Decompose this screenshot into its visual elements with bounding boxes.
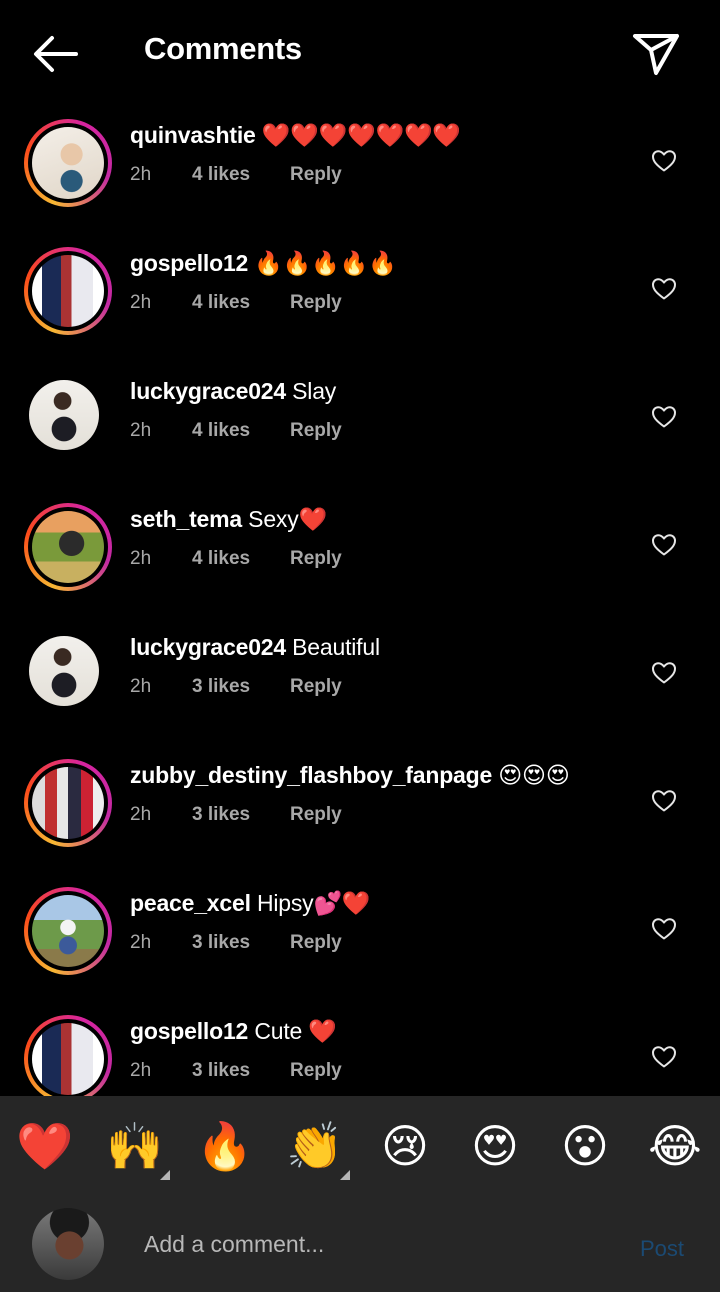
- timestamp: 2h: [130, 292, 152, 313]
- likes-count[interactable]: 3 likes: [192, 676, 250, 698]
- comment-composer-panel: ❤️ 🙌 🔥 👏 😢 😍 😮 😂 Post: [0, 1096, 720, 1292]
- avatar[interactable]: [24, 119, 112, 207]
- avatar[interactable]: [24, 1015, 112, 1096]
- comment-text: peace_xcel Hipsy💕❤️: [130, 890, 371, 917]
- avatar[interactable]: [24, 631, 112, 719]
- comment-text: luckygrace024 Slay: [130, 378, 336, 405]
- comment-body: ❤️❤️❤️❤️❤️❤️❤️: [255, 122, 461, 148]
- skin-tone-indicator-icon: [340, 1170, 350, 1180]
- emoji-button-surprised-face[interactable]: 😮: [555, 1116, 615, 1176]
- reply-button[interactable]: Reply: [290, 932, 342, 954]
- timestamp: 2h: [130, 676, 152, 697]
- likes-count[interactable]: 4 likes: [192, 164, 250, 186]
- emoji-button-tears-of-joy[interactable]: 😂: [645, 1116, 705, 1176]
- avatar[interactable]: [24, 375, 112, 463]
- comment-body: 🔥🔥🔥🔥🔥: [248, 250, 397, 276]
- emoji-button-clapping-hands[interactable]: 👏: [285, 1116, 345, 1176]
- timestamp: 2h: [130, 1060, 152, 1081]
- reply-button[interactable]: Reply: [290, 420, 342, 442]
- post-button[interactable]: Post: [640, 1236, 684, 1262]
- username[interactable]: zubby_destiny_flashboy_fanpage: [130, 762, 492, 788]
- username[interactable]: quinvashtie: [130, 122, 256, 148]
- username[interactable]: luckygrace024: [130, 634, 286, 660]
- likes-count[interactable]: 4 likes: [192, 548, 250, 570]
- comment-text: zubby_destiny_flashboy_fanpage 😍😍😍: [130, 762, 570, 789]
- paper-plane-icon[interactable]: [630, 30, 682, 78]
- heart-icon[interactable]: [651, 149, 677, 173]
- comment-body: 😍😍😍: [492, 762, 570, 788]
- emoji-reaction-bar: ❤️ 🙌 🔥 👏 😢 😍 😮 😂: [0, 1096, 720, 1196]
- username[interactable]: peace_xcel: [130, 890, 251, 916]
- likes-count[interactable]: 3 likes: [192, 932, 250, 954]
- page-title: Comments: [144, 31, 302, 66]
- reply-button[interactable]: Reply: [290, 1060, 342, 1082]
- emoji-button-raising-hands[interactable]: 🙌: [105, 1116, 165, 1176]
- avatar[interactable]: [24, 887, 112, 975]
- comment-row: luckygrace024 Slay 2h 4 likes Reply: [0, 360, 720, 488]
- comment-list[interactable]: quinvashtie ❤️❤️❤️❤️❤️❤️❤️ 2h 4 likes Re…: [0, 104, 720, 1096]
- likes-count[interactable]: 3 likes: [192, 804, 250, 826]
- comment-body: Cute ❤️: [248, 1018, 337, 1044]
- heart-icon[interactable]: [651, 277, 677, 301]
- comment-composer: Post: [0, 1196, 720, 1292]
- likes-count[interactable]: 3 likes: [192, 1060, 250, 1082]
- timestamp: 2h: [130, 164, 152, 185]
- current-user-avatar: [32, 1208, 104, 1280]
- arrow-left-icon[interactable]: [28, 30, 84, 78]
- timestamp: 2h: [130, 932, 152, 953]
- comment-row: luckygrace024 Beautiful 2h 3 likes Reply: [0, 616, 720, 744]
- emoji-button-fire[interactable]: 🔥: [195, 1116, 255, 1176]
- emoji-button-heart-eyes[interactable]: 😍: [465, 1116, 525, 1176]
- comment-row: zubby_destiny_flashboy_fanpage 😍😍😍 2h 3 …: [0, 744, 720, 872]
- comment-row: gospello12 Cute ❤️ 2h 3 likes Reply: [0, 1000, 720, 1096]
- comment-row: peace_xcel Hipsy💕❤️ 2h 3 likes Reply: [0, 872, 720, 1000]
- comment-text: gospello12 🔥🔥🔥🔥🔥: [130, 250, 397, 277]
- comment-body: Beautiful: [285, 634, 380, 660]
- reply-button[interactable]: Reply: [290, 548, 342, 570]
- emoji-button-red-heart[interactable]: ❤️: [15, 1116, 75, 1176]
- comment-input[interactable]: [144, 1226, 604, 1262]
- avatar[interactable]: [24, 247, 112, 335]
- comment-text: seth_tema Sexy❤️: [130, 506, 327, 533]
- comment-body: Slay: [285, 378, 337, 404]
- comment-row: seth_tema Sexy❤️ 2h 4 likes Reply: [0, 488, 720, 616]
- timestamp: 2h: [130, 804, 152, 825]
- username[interactable]: gospello12: [130, 1018, 248, 1044]
- timestamp: 2h: [130, 548, 152, 569]
- reply-button[interactable]: Reply: [290, 804, 342, 826]
- avatar[interactable]: [24, 503, 112, 591]
- comment-row: quinvashtie ❤️❤️❤️❤️❤️❤️❤️ 2h 4 likes Re…: [0, 104, 720, 232]
- heart-icon[interactable]: [651, 789, 677, 813]
- comment-body: Sexy❤️: [241, 506, 327, 532]
- heart-icon[interactable]: [651, 533, 677, 557]
- comment-text: luckygrace024 Beautiful: [130, 634, 380, 661]
- avatar[interactable]: [24, 759, 112, 847]
- username[interactable]: gospello12: [130, 250, 248, 276]
- likes-count[interactable]: 4 likes: [192, 292, 250, 314]
- reply-button[interactable]: Reply: [290, 292, 342, 314]
- skin-tone-indicator-icon: [160, 1170, 170, 1180]
- comment-body: Hipsy💕❤️: [250, 890, 371, 916]
- heart-icon[interactable]: [651, 661, 677, 685]
- heart-icon[interactable]: [651, 917, 677, 941]
- reply-button[interactable]: Reply: [290, 164, 342, 186]
- comment-text: quinvashtie ❤️❤️❤️❤️❤️❤️❤️: [130, 122, 461, 149]
- heart-icon[interactable]: [651, 405, 677, 429]
- heart-icon[interactable]: [651, 1045, 677, 1069]
- emoji-button-crying-face[interactable]: 😢: [375, 1116, 435, 1176]
- likes-count[interactable]: 4 likes: [192, 420, 250, 442]
- comment-row: gospello12 🔥🔥🔥🔥🔥 2h 4 likes Reply: [0, 232, 720, 360]
- timestamp: 2h: [130, 420, 152, 441]
- header: Comments: [0, 0, 720, 104]
- reply-button[interactable]: Reply: [290, 676, 342, 698]
- username[interactable]: luckygrace024: [130, 378, 286, 404]
- username[interactable]: seth_tema: [130, 506, 242, 532]
- comment-text: gospello12 Cute ❤️: [130, 1018, 337, 1045]
